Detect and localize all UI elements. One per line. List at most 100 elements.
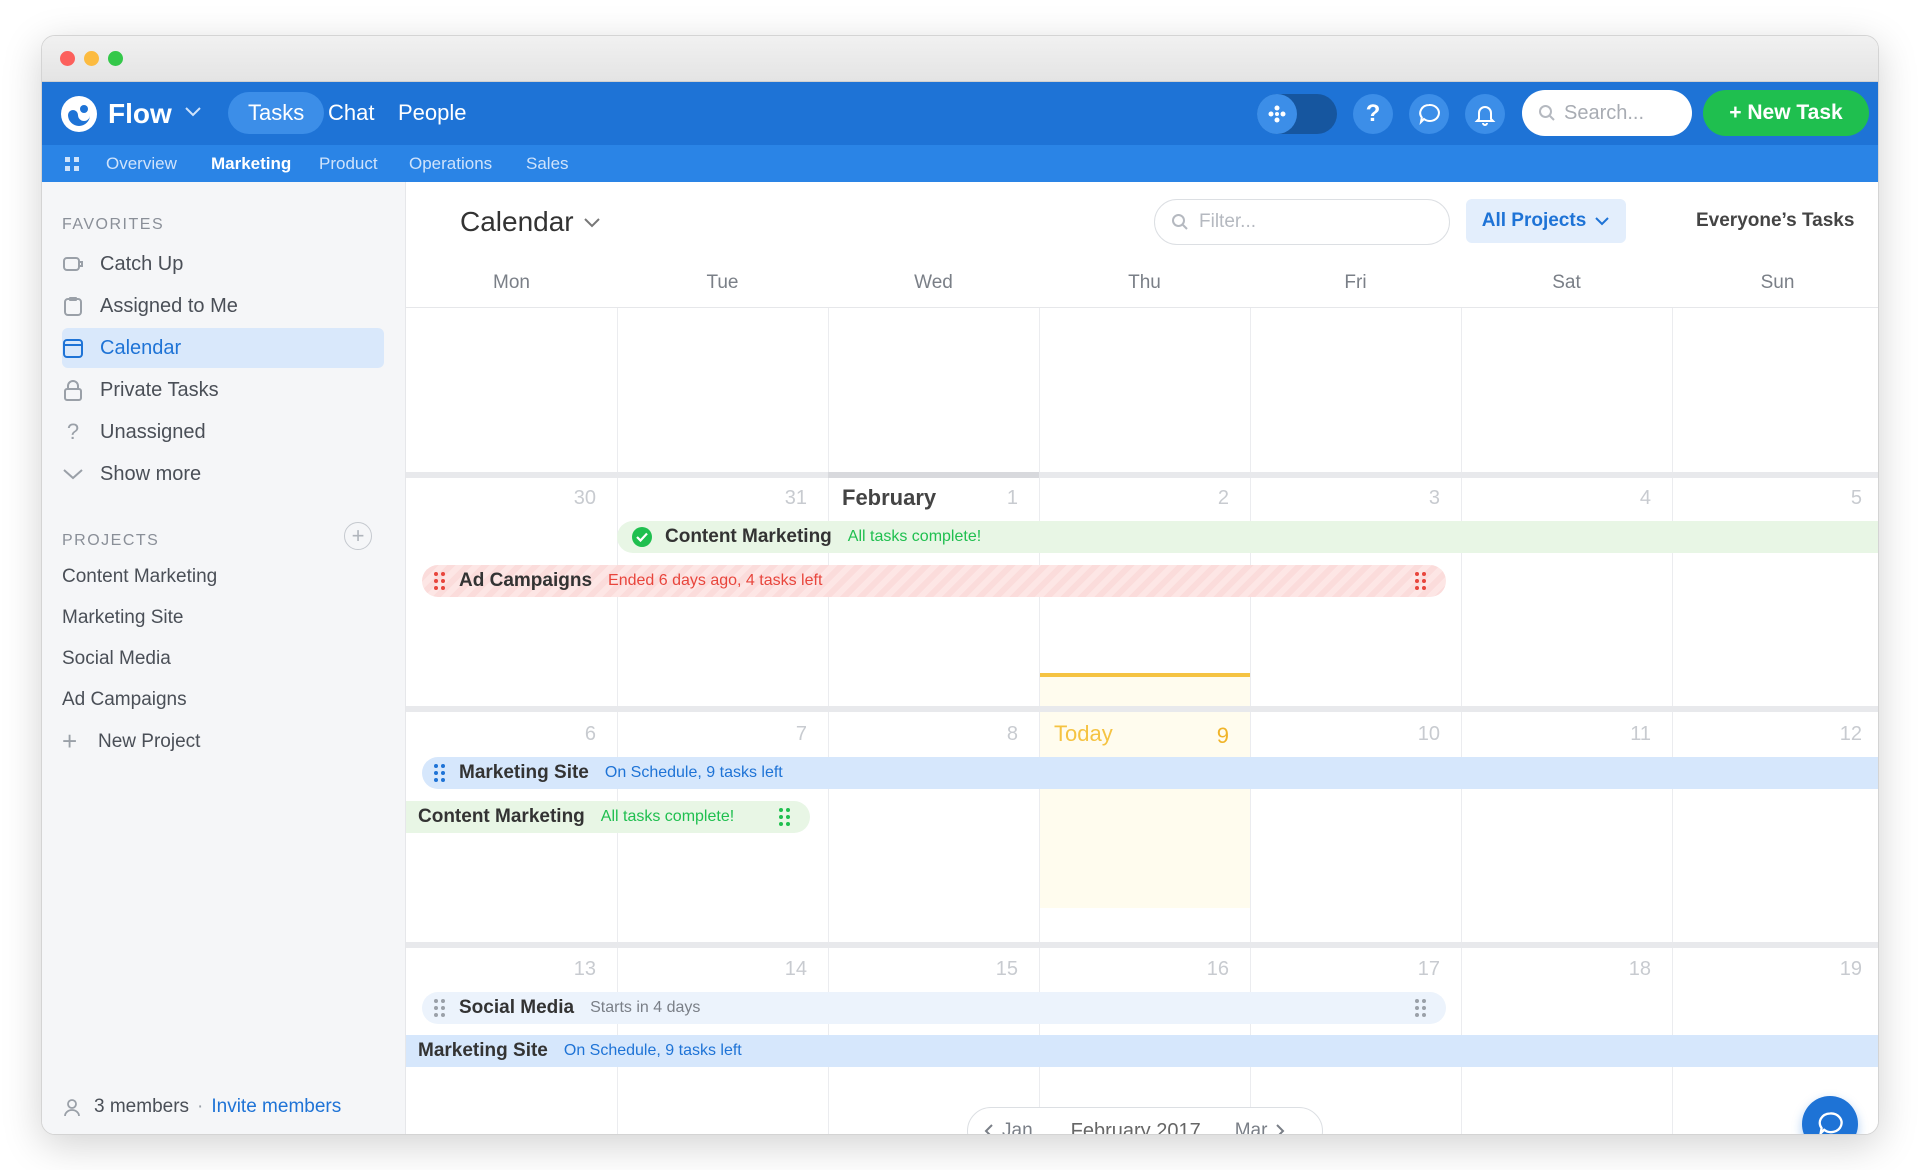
all-projects-dropdown[interactable]: All Projects (1466, 199, 1626, 243)
new-task-button[interactable]: + New Task (1703, 90, 1869, 136)
day-number[interactable]: 2 (1039, 487, 1229, 510)
day-number[interactable]: 11 (1461, 723, 1651, 746)
week-separator (406, 472, 1878, 478)
sidebar-item-catch-up[interactable]: Catch Up (62, 244, 384, 284)
sidebar-item-unassigned[interactable]: ? Unassigned (62, 412, 384, 452)
day-number[interactable]: 6 (406, 723, 596, 746)
day-number-today[interactable]: 9 (1039, 723, 1229, 749)
week-separator (406, 706, 1878, 712)
day-number[interactable]: 18 (1461, 958, 1651, 981)
sidebar-item-calendar[interactable]: Calendar (62, 328, 384, 368)
subnav-marketing[interactable]: Marketing (211, 154, 291, 174)
maximize-window-button[interactable] (108, 51, 123, 66)
new-project-button[interactable]: + New Project (62, 726, 200, 757)
event-marketing-site[interactable]: Marketing Site On Schedule, 9 tasks left (406, 1035, 1878, 1067)
event-status: All tasks complete! (600, 808, 735, 825)
new-project-label: New Project (98, 730, 201, 752)
day-number[interactable]: 12 (1672, 723, 1862, 746)
day-number[interactable]: 7 (617, 723, 807, 746)
event-social-media[interactable]: Social Media Starts in 4 days (422, 992, 1446, 1024)
calendar-main: Calendar Filter... All Projects Everyone… (406, 182, 1878, 1134)
drag-handle-icon[interactable] (1415, 572, 1426, 590)
check-circle-icon (631, 526, 653, 548)
chat-fab-button[interactable] (1802, 1096, 1858, 1134)
day-number[interactable]: 3 (1250, 487, 1440, 510)
sidebar-project-ad-campaigns[interactable]: Ad Campaigns (62, 689, 187, 711)
everyones-tasks-filter[interactable]: Everyone’s Tasks (1696, 210, 1854, 232)
app-window: Flow Tasks Chat People ? Search... + New… (41, 35, 1879, 1135)
sparkle-icon (1257, 94, 1297, 134)
current-month-label: February 2017 (1070, 1119, 1201, 1135)
subnav-sales[interactable]: Sales (526, 154, 569, 174)
bell-icon (1474, 106, 1496, 126)
sidebar-project-marketing-site[interactable]: Marketing Site (62, 607, 183, 629)
sidebar-item-private-tasks[interactable]: Private Tasks (62, 370, 384, 410)
filter-input[interactable]: Filter... (1199, 211, 1256, 233)
tab-people[interactable]: People (378, 92, 487, 134)
drag-handle-icon[interactable] (434, 999, 445, 1017)
apps-grid-icon[interactable] (64, 156, 80, 177)
drag-handle-icon[interactable] (434, 764, 445, 782)
day-number[interactable]: 19 (1672, 958, 1862, 981)
sub-nav: Overview Marketing Product Operations Sa… (42, 145, 1878, 182)
day-number[interactable]: 31 (617, 487, 807, 510)
sidebar-project-social-media[interactable]: Social Media (62, 648, 171, 670)
notifications-button[interactable] (1465, 94, 1505, 134)
week-separator (406, 942, 1878, 948)
chat-bubble-icon (1818, 1112, 1843, 1134)
flow-logo-icon (60, 95, 98, 133)
filter-box[interactable]: Filter... (1154, 199, 1450, 245)
day-header-tue: Tue (706, 272, 739, 293)
prev-month-button[interactable]: Jan (984, 1120, 1033, 1135)
sidebar-item-label: Catch Up (100, 252, 184, 275)
sidebar: FAVORITES Catch Up Assigned to Me Calend… (42, 182, 406, 1134)
day-number[interactable]: 1 (828, 487, 1018, 510)
calendar-title-dropdown[interactable]: Calendar (460, 206, 602, 238)
minimize-window-button[interactable] (84, 51, 99, 66)
mode-toggle[interactable] (1257, 94, 1337, 134)
event-content-marketing[interactable]: Content Marketing All tasks complete! (406, 801, 810, 833)
chevron-down-icon (62, 463, 84, 485)
invite-members-link[interactable]: Invite members (211, 1096, 341, 1118)
chevron-down-icon (583, 218, 600, 228)
day-number[interactable]: 16 (1039, 958, 1229, 981)
prev-month-label: Jan (1002, 1120, 1033, 1135)
drag-handle-icon[interactable] (1415, 999, 1426, 1017)
event-name: Ad Campaigns (459, 570, 593, 591)
subnav-product[interactable]: Product (319, 154, 378, 174)
event-ad-campaigns[interactable]: Ad Campaigns Ended 6 days ago, 4 tasks l… (422, 565, 1446, 597)
day-number[interactable]: 14 (617, 958, 807, 981)
sidebar-item-show-more[interactable]: Show more (62, 454, 384, 494)
close-window-button[interactable] (60, 51, 75, 66)
day-number[interactable]: 17 (1250, 958, 1440, 981)
catch-up-icon (62, 253, 84, 275)
event-marketing-site[interactable]: Marketing Site On Schedule, 9 tasks left (422, 757, 1878, 789)
day-number[interactable]: 13 (406, 958, 596, 981)
event-content-marketing[interactable]: Content Marketing All tasks complete! (617, 521, 1878, 553)
sidebar-project-content-marketing[interactable]: Content Marketing (62, 566, 217, 588)
day-number[interactable]: 30 (406, 487, 596, 510)
day-header-fri: Fri (1344, 272, 1367, 293)
all-projects-label: All Projects (1481, 210, 1587, 231)
drag-handle-icon[interactable] (779, 808, 790, 826)
sidebar-item-assigned[interactable]: Assigned to Me (62, 286, 384, 326)
subnav-operations[interactable]: Operations (409, 154, 492, 174)
add-project-icon[interactable]: + (344, 522, 372, 550)
chevron-down-icon[interactable] (184, 104, 202, 122)
day-number[interactable]: 8 (828, 723, 1018, 746)
app-name[interactable]: Flow (108, 98, 172, 130)
title-bar (42, 36, 1878, 82)
day-number[interactable]: 15 (828, 958, 1018, 981)
chat-button[interactable] (1409, 94, 1449, 134)
subnav-overview[interactable]: Overview (106, 154, 177, 174)
day-number[interactable]: 5 (1672, 487, 1862, 510)
day-header-mon: Mon (493, 272, 530, 293)
day-number[interactable]: 4 (1461, 487, 1651, 510)
help-button[interactable]: ? (1353, 94, 1393, 134)
drag-handle-icon[interactable] (434, 572, 445, 590)
day-number[interactable]: 10 (1250, 723, 1440, 746)
page-title: Calendar (460, 206, 574, 237)
search-box[interactable]: Search... (1522, 90, 1692, 136)
next-month-button[interactable]: Mar (1235, 1120, 1286, 1134)
search-input[interactable]: Search... (1564, 102, 1644, 125)
